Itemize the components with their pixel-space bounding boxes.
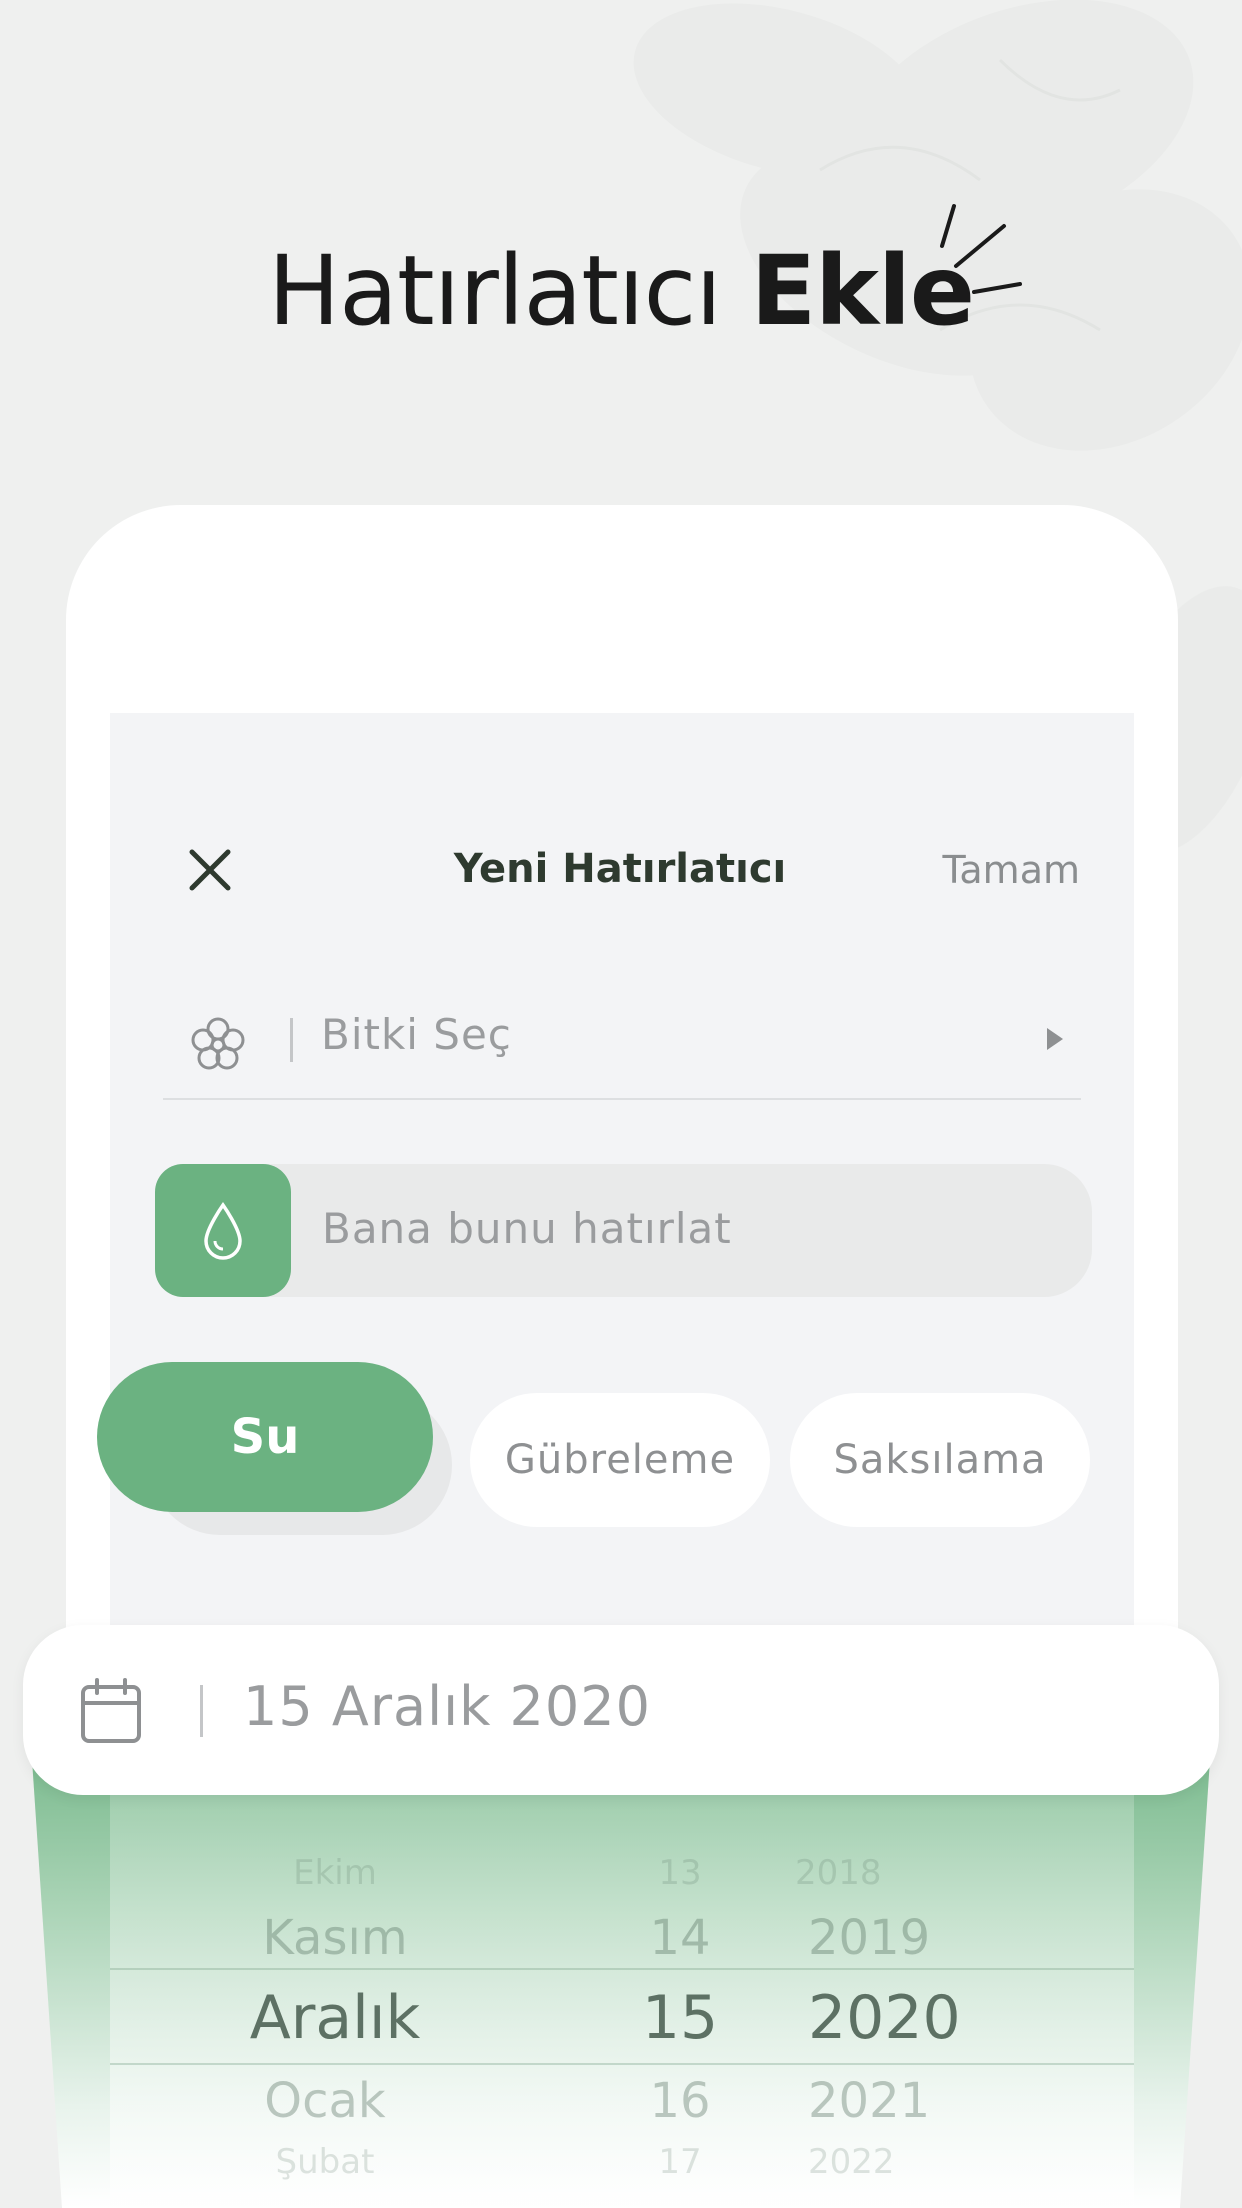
picker-selection-bottom-line xyxy=(110,2063,1134,2065)
sparkle-icon xyxy=(940,204,1022,294)
calendar-icon xyxy=(81,1678,141,1743)
flower-icon xyxy=(191,1017,245,1070)
chip-fertilizing[interactable]: Gübreleme xyxy=(470,1393,770,1527)
picker-day-selected[interactable]: 15 xyxy=(620,1983,740,2053)
plant-select-label: Bitki Seç xyxy=(321,1010,512,1059)
app-screenshot: Hatırlatıcı Ekle Yeni Hatırlatıcı Tamam xyxy=(0,0,1242,2208)
reminder-placeholder: Bana bunu hatırlat xyxy=(322,1204,732,1253)
picker-year-item[interactable]: 2021 xyxy=(808,2073,988,2129)
picker-month-item[interactable]: Şubat xyxy=(175,2142,475,2182)
water-drop-icon xyxy=(204,1201,242,1260)
headline: Hatırlatıcı Ekle xyxy=(0,235,1242,347)
picker-day-item[interactable]: 13 xyxy=(620,1853,740,1893)
chip-water[interactable]: Su xyxy=(97,1362,433,1512)
picker-day-item[interactable]: 14 xyxy=(620,1910,740,1966)
divider xyxy=(290,1018,293,1062)
picker-month-item[interactable]: Ocak xyxy=(175,2073,475,2129)
chevron-right-icon xyxy=(1047,1028,1063,1050)
divider xyxy=(200,1685,203,1737)
done-button[interactable]: Tamam xyxy=(900,848,1080,892)
date-field[interactable]: 15 Aralık 2020 xyxy=(23,1625,1219,1795)
picker-year-item[interactable]: 2022 xyxy=(808,2142,968,2182)
plant-select[interactable]: Bitki Seç xyxy=(163,990,1081,1100)
reminder-input[interactable]: Bana bunu hatırlat xyxy=(155,1164,1092,1297)
picker-day-item[interactable]: 16 xyxy=(620,2073,740,2129)
close-icon xyxy=(189,849,231,891)
chip-repotting[interactable]: Saksılama xyxy=(790,1393,1090,1527)
water-drop-badge xyxy=(155,1164,291,1297)
close-button[interactable] xyxy=(178,838,242,902)
picker-month-selected[interactable]: Aralık xyxy=(185,1983,485,2053)
picker-year-item[interactable]: 2018 xyxy=(795,1853,915,1893)
picker-day-item[interactable]: 17 xyxy=(620,2142,740,2182)
page-title: Yeni Hatırlatıcı xyxy=(453,846,787,892)
date-value: 15 Aralık 2020 xyxy=(243,1675,651,1738)
picker-selection-top-line xyxy=(110,1968,1134,1970)
picker-month-item[interactable]: Ekim xyxy=(185,1853,485,1893)
picker-year-selected[interactable]: 2020 xyxy=(808,1983,1008,2053)
picker-year-item[interactable]: 2019 xyxy=(808,1910,988,1966)
picker-month-item[interactable]: Kasım xyxy=(185,1910,485,1966)
headline-light: Hatırlatıcı xyxy=(267,235,722,347)
